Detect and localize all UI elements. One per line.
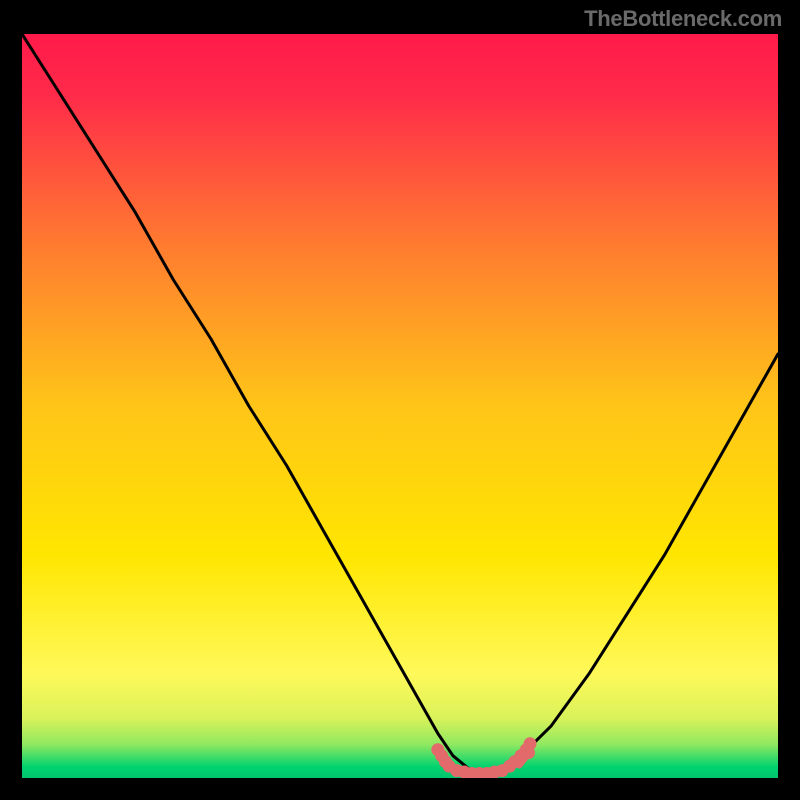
watermark-text: TheBottleneck.com <box>584 6 782 32</box>
plot-area <box>22 34 778 778</box>
chart-container: TheBottleneck.com <box>0 0 800 800</box>
chart-svg <box>22 34 778 778</box>
